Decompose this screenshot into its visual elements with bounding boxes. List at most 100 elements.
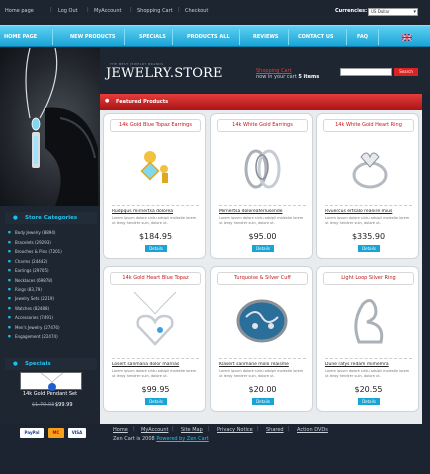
nav-faq[interactable]: FAQ: [357, 34, 368, 40]
top-link-logout[interactable]: Log Out: [58, 8, 78, 14]
cart-count: 5 items: [298, 74, 320, 80]
product-title[interactable]: Light Loop Silver Ring: [323, 272, 414, 285]
mastercard-icon: MC: [48, 428, 64, 438]
top-link-home[interactable]: Home page: [5, 8, 34, 14]
details-button[interactable]: Details: [358, 245, 380, 252]
category-item[interactable]: Earrings (29705): [8, 268, 49, 273]
hero-image: [0, 48, 100, 206]
category-item[interactable]: Body Jewelry (8894): [8, 230, 56, 235]
product-title[interactable]: Turquoise & Silver Cuff: [217, 272, 308, 285]
product-name[interactable]: Losert sanmana dolor marnas: [112, 362, 200, 367]
cuff-image[interactable]: [231, 292, 294, 350]
bullet-icon: ●: [105, 98, 110, 104]
search-button[interactable]: Search: [394, 68, 418, 76]
category-item[interactable]: Engagement (22474): [8, 334, 58, 339]
product-title[interactable]: 14k White Gold Heart Ring: [323, 119, 414, 132]
product-card[interactable]: Light Loop Silver Ring Dune rafys redam …: [316, 266, 419, 412]
product-description: Lorem ipsum dolore sintu adsipii molesti…: [219, 369, 304, 378]
footer-link-sitemap[interactable]: Site Map: [181, 427, 203, 433]
product-name[interactable]: Mirnertsa doloreaferlusende: [219, 209, 307, 214]
footer-link-shared[interactable]: Shared: [266, 427, 284, 433]
loop-ring-image[interactable]: [337, 292, 400, 350]
footer-link-privacy[interactable]: Privacy Notice: [217, 427, 253, 433]
category-item[interactable]: Watches (82488): [8, 306, 49, 311]
product-price: $95.00: [248, 232, 277, 241]
top-link-checkout[interactable]: Checkout: [185, 8, 208, 14]
product-card[interactable]: 14k Gold Blue Topaz Earrings Rudpqus mir…: [103, 113, 206, 259]
search-input[interactable]: [340, 68, 392, 76]
bullet-icon: ●: [13, 215, 18, 221]
product-price: $335.90: [351, 232, 386, 241]
category-item[interactable]: Men's Jewelry (27476): [8, 325, 59, 330]
details-button[interactable]: Details: [252, 245, 274, 252]
cart-status: now in your cart 5 items: [256, 74, 320, 80]
uk-flag-icon[interactable]: [402, 34, 412, 41]
heart-ring-image[interactable]: [337, 139, 400, 197]
store-logo[interactable]: JEWELRY.STORE: [106, 66, 223, 81]
footer-link-dvds[interactable]: Action DVDs: [297, 427, 328, 433]
product-description: Lorem ipsum dolore sintu adsipii molesti…: [325, 369, 410, 378]
product-name[interactable]: Klasert sanmane molo reaisme: [219, 362, 307, 367]
nav-divider: [346, 29, 347, 45]
category-item[interactable]: Jewelry Sets (2219): [8, 296, 54, 301]
nav-new-products[interactable]: NEW PRODUCTS: [70, 34, 116, 40]
category-item[interactable]: Bracelets (29293): [8, 240, 51, 245]
product-title[interactable]: 14k Gold Blue Topaz Earrings: [110, 119, 201, 132]
nav-products-all[interactable]: PRODUCTS ALL: [187, 34, 230, 40]
paypal-icon: PayPal: [20, 428, 44, 438]
separator: |: [178, 7, 180, 13]
main-nav: HOME PAGE NEW PRODUCTS SPECIALS PRODUCTS…: [0, 25, 430, 47]
product-price: $20.55: [354, 385, 383, 394]
details-button[interactable]: Details: [358, 398, 380, 405]
product-price: $184.95: [138, 232, 173, 241]
nav-home[interactable]: HOME PAGE: [4, 34, 37, 40]
nav-reviews[interactable]: REVIEWS: [253, 34, 279, 40]
category-item[interactable]: Accessories (7491): [8, 315, 53, 320]
category-item[interactable]: Rings (83,79): [8, 287, 42, 292]
category-item[interactable]: Charms (24442): [8, 259, 48, 264]
product-name[interactable]: Rvuercus ertsalo reanire mius: [325, 209, 413, 214]
product-card[interactable]: 14k White Gold Earrings Mirnertsa dolore…: [210, 113, 313, 259]
details-button[interactable]: Details: [145, 398, 167, 405]
top-link-cart[interactable]: Shopping Cart: [137, 8, 173, 14]
product-card[interactable]: 14k Gold Heart Blue Topaz Losert sanmana…: [103, 266, 206, 412]
product-card[interactable]: 14k White Gold Heart Ring Rvuercus ertsa…: [316, 113, 419, 259]
top-link-account[interactable]: MyAccount: [94, 8, 121, 14]
footer-link-home[interactable]: Home: [113, 427, 128, 433]
separator: |: [172, 426, 174, 432]
special-new-price: $99.99: [55, 402, 73, 408]
details-button[interactable]: Details: [252, 398, 274, 405]
product-price: $20.00: [248, 385, 277, 394]
nav-divider: [288, 29, 289, 45]
zen-cart-link[interactable]: Powered by Zen Cart: [156, 436, 208, 442]
separator: |: [87, 7, 89, 13]
separator: |: [208, 426, 210, 432]
details-button[interactable]: Details: [145, 245, 167, 252]
visa-icon: VISA: [68, 428, 86, 438]
separator: |: [133, 426, 135, 432]
featured-heading: Featured Products: [116, 99, 169, 105]
footer: [0, 424, 430, 474]
topaz-earrings-image[interactable]: [124, 139, 187, 197]
category-item[interactable]: Brooches & Pins (7201): [8, 249, 62, 254]
divider: [219, 205, 306, 206]
special-product-image[interactable]: [20, 372, 82, 391]
hoop-earrings-image[interactable]: [231, 139, 294, 197]
product-title[interactable]: 14k White Gold Earrings: [217, 119, 308, 132]
product-name[interactable]: Dune rafys redam mimemra: [325, 362, 413, 367]
nav-contact[interactable]: CONTACT US: [298, 34, 333, 40]
nav-divider: [378, 29, 379, 45]
heart-pendant-image[interactable]: [124, 291, 187, 350]
product-description: Lorem ipsum dolore sintu adsipii molesti…: [112, 369, 197, 378]
special-product-name[interactable]: 14k Gold Pendant Set: [0, 391, 100, 397]
footer-link-account[interactable]: MyAccount: [141, 427, 168, 433]
divider: [325, 358, 412, 359]
product-title[interactable]: 14k Gold Heart Blue Topaz: [110, 272, 201, 285]
category-item[interactable]: Necklaces (69878): [8, 278, 52, 283]
specials-heading: ● Specials: [5, 358, 97, 370]
currency-select[interactable]: US Dollar ▾: [368, 8, 418, 16]
product-name[interactable]: Rudpqus mirnertsa dolorea: [112, 209, 200, 214]
nav-specials[interactable]: SPECIALS: [139, 34, 166, 40]
bullet-icon: ●: [13, 361, 18, 367]
product-card[interactable]: Turquoise & Silver Cuff Klasert sanmane …: [210, 266, 313, 412]
